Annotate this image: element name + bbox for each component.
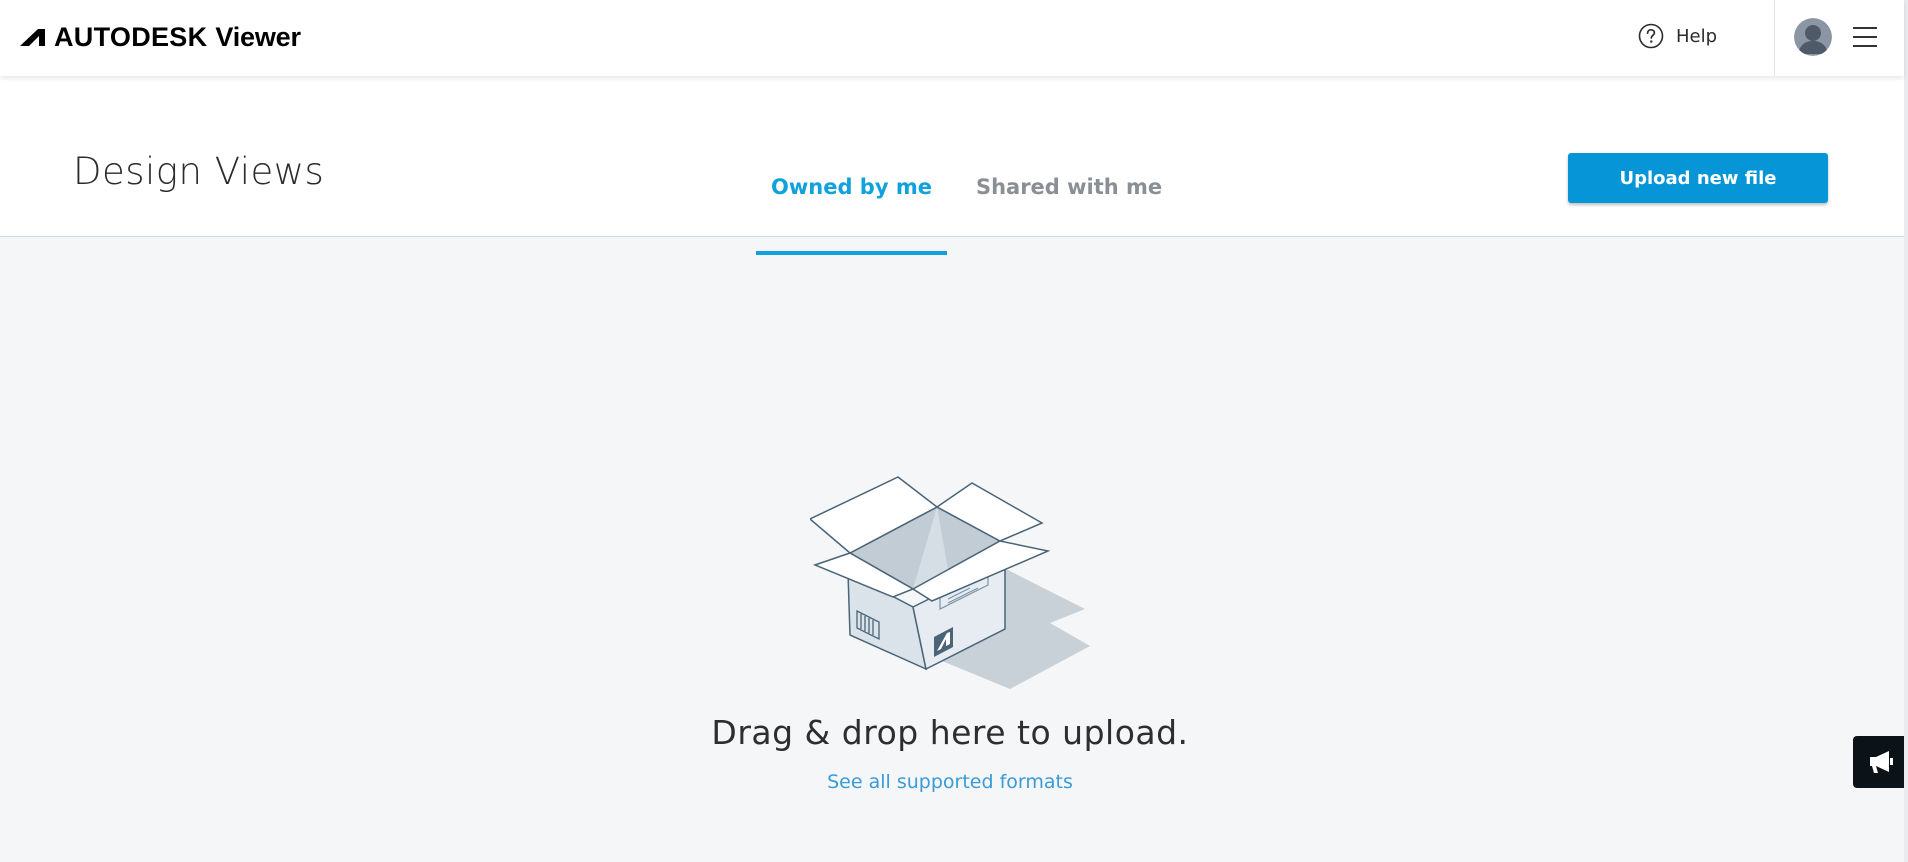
drop-zone[interactable]: Drag & drop here to upload. See all supp… <box>0 237 1904 862</box>
open-box-illustration <box>810 476 1090 689</box>
drop-message: Drag & drop here to upload. <box>711 713 1189 752</box>
user-avatar-icon <box>1794 18 1832 56</box>
top-header: AUTODESK Viewer Help <box>0 0 1904 76</box>
hamburger-menu-button[interactable] <box>1852 24 1878 50</box>
supported-formats-link[interactable]: See all supported formats <box>0 771 1900 793</box>
help-button[interactable]: Help <box>1638 23 1717 49</box>
header-divider <box>1774 0 1775 76</box>
view-tabs: Owned by me Shared with me <box>756 156 1191 255</box>
viewer-page: AUTODESK Viewer Help Design Views Owned … <box>0 0 1908 862</box>
page-title: Design Views <box>73 150 325 193</box>
product-name: Viewer <box>215 21 301 52</box>
brand-name: AUTODESK <box>54 21 208 52</box>
help-label: Help <box>1676 25 1718 47</box>
feedback-button[interactable] <box>1853 736 1908 788</box>
autodesk-logo-icon <box>20 29 45 46</box>
hamburger-menu-icon <box>1853 27 1877 47</box>
scrollbar[interactable] <box>1904 0 1908 862</box>
upload-new-file-button[interactable]: Upload new file <box>1568 153 1828 203</box>
help-circle-icon <box>1638 23 1664 49</box>
page-subheader: Design Views Owned by me Shared with me … <box>0 76 1904 255</box>
tab-label: Shared with me <box>975 175 1163 199</box>
megaphone-icon <box>1869 751 1893 773</box>
tab-label: Owned by me <box>771 175 932 199</box>
brand-logo[interactable]: AUTODESK Viewer <box>18 22 301 52</box>
avatar[interactable] <box>1794 18 1832 56</box>
